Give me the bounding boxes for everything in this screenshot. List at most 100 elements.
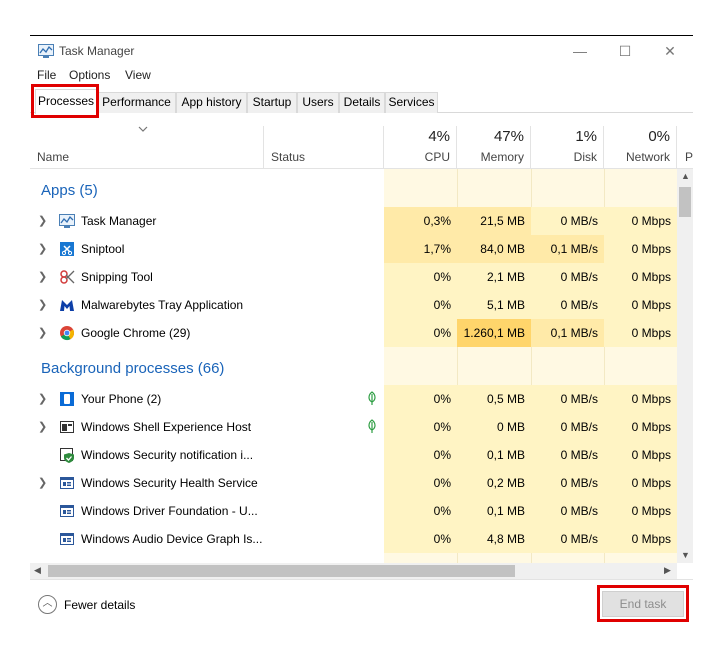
cpu-cell: 0,3% <box>384 207 457 235</box>
memory-cell: 84,0 MB <box>457 235 531 263</box>
expand-chevron-icon[interactable]: ❯ <box>38 214 47 227</box>
tab-startup[interactable]: Startup <box>247 92 297 113</box>
scroll-up-arrow-icon[interactable]: ▲ <box>681 171 690 181</box>
process-name: Windows Security notification i... <box>81 448 254 462</box>
disk-cell: 0 MB/s <box>531 385 604 413</box>
cpu-cell: 1,7% <box>384 235 457 263</box>
status-column-header[interactable]: Status <box>264 126 384 168</box>
horizontal-scroll-thumb[interactable] <box>48 565 515 577</box>
tab-app-history[interactable]: App history <box>176 92 247 113</box>
cpu-cell: 0% <box>384 319 457 347</box>
close-button[interactable]: ✕ <box>650 39 690 63</box>
menu-file[interactable]: File <box>37 68 56 82</box>
memory-cell: 0 MB <box>457 413 531 441</box>
cpu-cell: 0% <box>384 441 457 469</box>
leaf-suspended-icon <box>368 391 376 405</box>
minimize-button[interactable]: — <box>560 39 600 63</box>
horizontal-scrollbar[interactable]: ◀ ▶ <box>30 563 677 579</box>
tab-details[interactable]: Details <box>339 92 385 113</box>
maximize-button[interactable]: ☐ <box>605 39 645 63</box>
service-window-icon <box>60 477 74 489</box>
disk-column-label: Disk <box>573 150 597 164</box>
scroll-left-arrow-icon[interactable]: ◀ <box>34 565 41 576</box>
table-row[interactable]: ❯ Windows Shell Experience Host 0% 0 MB … <box>30 413 677 441</box>
task-manager-icon <box>59 214 75 228</box>
disk-cell: 0 MB/s <box>531 441 604 469</box>
table-row[interactable]: Windows Audio Device Graph Is... 0% 4,8 … <box>30 525 677 553</box>
disk-cell: 0,1 MB/s <box>531 235 604 263</box>
cpu-cell: 0% <box>384 413 457 441</box>
table-row[interactable]: Windows Security notification i... 0% 0,… <box>30 441 677 469</box>
memory-cell: 21,5 MB <box>457 207 531 235</box>
power-column-header[interactable]: P <box>677 126 693 168</box>
group-background-heading: Background processes (66) <box>41 360 225 377</box>
menu-view[interactable]: View <box>125 68 151 82</box>
shell-host-icon <box>60 421 74 433</box>
table-row[interactable]: ❯ Your Phone (2) 0% 0,5 MB 0 MB/s 0 Mbps <box>30 385 677 413</box>
network-cell: 0 Mbps <box>604 319 677 347</box>
expand-chevron-icon[interactable]: ❯ <box>38 298 47 311</box>
table-row[interactable]: ❯ Windows Security Health Service 0% 0,2… <box>30 469 677 497</box>
network-cell: 0 Mbps <box>604 385 677 413</box>
network-total-percent: 0% <box>648 128 670 145</box>
expand-chevron-icon[interactable]: ❯ <box>38 392 47 405</box>
expand-chevron-icon[interactable]: ❯ <box>38 326 47 339</box>
memory-cell: 0,2 MB <box>457 469 531 497</box>
network-cell: 0 Mbps <box>604 413 677 441</box>
vertical-scroll-thumb[interactable] <box>679 187 691 217</box>
network-column-label: Network <box>625 150 670 164</box>
disk-cell: 0 MB/s <box>531 291 604 319</box>
network-cell: 0 Mbps <box>604 207 677 235</box>
expand-chevron-icon[interactable]: ❯ <box>38 476 47 489</box>
tab-strip: Processes Performance App history Startu… <box>30 89 693 114</box>
scroll-right-arrow-icon[interactable]: ▶ <box>664 565 671 576</box>
table-row[interactable]: ❯ Task Manager 0,3% 21,5 MB 0 MB/s 0 Mbp… <box>30 207 677 235</box>
window-title: Task Manager <box>59 44 135 58</box>
network-cell: 0 Mbps <box>604 469 677 497</box>
tab-users[interactable]: Users <box>297 92 339 113</box>
disk-column-header[interactable]: 1% Disk <box>531 126 604 168</box>
chevron-up-circle-icon[interactable]: ︿ <box>38 595 57 614</box>
memory-cell: 0,1 MB <box>457 497 531 525</box>
table-row[interactable]: ❯ Sniptool 1,7% 84,0 MB 0,1 MB/s 0 Mbps <box>30 235 677 263</box>
network-cell: 0 Mbps <box>604 497 677 525</box>
cpu-column-header[interactable]: 4% CPU <box>384 126 457 168</box>
service-window-icon <box>60 533 74 545</box>
memory-cell: 0,1 MB <box>457 441 531 469</box>
table-row[interactable]: ❯ Snipping Tool 0% 2,1 MB 0 MB/s 0 Mbps <box>30 263 677 291</box>
disk-cell: 0 MB/s <box>531 207 604 235</box>
table-row[interactable]: ❯ Google Chrome (29) 0% 1.260,1 MB 0,1 M… <box>30 319 677 347</box>
processes-tab-highlight <box>31 84 99 118</box>
memory-cell: 1.260,1 MB <box>457 319 531 347</box>
tab-performance[interactable]: Performance <box>97 92 176 113</box>
expand-chevron-icon[interactable]: ❯ <box>38 242 47 255</box>
fewer-details-link[interactable]: Fewer details <box>64 598 135 612</box>
network-column-header[interactable]: 0% Network <box>604 126 677 168</box>
sort-chevron-icon <box>138 126 148 132</box>
malwarebytes-icon <box>60 300 74 311</box>
memory-cell: 5,1 MB <box>457 291 531 319</box>
sniptool-icon <box>60 242 74 256</box>
table-row[interactable]: Windows Driver Foundation - U... 0% 0,1 … <box>30 497 677 525</box>
memory-column-header[interactable]: 47% Memory <box>457 126 531 168</box>
end-task-highlight <box>597 585 689 622</box>
memory-total-percent: 47% <box>493 128 524 145</box>
scroll-down-arrow-icon[interactable]: ▼ <box>681 550 690 560</box>
tab-services[interactable]: Services <box>385 92 438 113</box>
name-column-header[interactable]: Name <box>30 126 264 168</box>
memory-cell: 0,5 MB <box>457 385 531 413</box>
expand-chevron-icon[interactable]: ❯ <box>38 420 47 433</box>
menu-options[interactable]: Options <box>69 68 110 82</box>
title-bar[interactable]: Task Manager — ☐ ✕ <box>30 36 693 66</box>
process-name: Windows Security Health Service <box>81 476 258 490</box>
disk-cell: 0 MB/s <box>531 413 604 441</box>
process-name: Windows Audio Device Graph Is... <box>81 532 263 546</box>
memory-column-label: Memory <box>480 150 524 164</box>
memory-cell: 4,8 MB <box>457 525 531 553</box>
table-row[interactable]: ❯ Malwarebytes Tray Application 0% 5,1 M… <box>30 291 677 319</box>
process-name: Windows Shell Experience Host <box>81 420 252 434</box>
vertical-scrollbar[interactable]: ▲ ▼ <box>677 169 693 563</box>
expand-chevron-icon[interactable]: ❯ <box>38 270 47 283</box>
process-list: Apps (5) Background processes (66) ❯ Tas… <box>30 169 677 563</box>
service-window-icon <box>60 505 74 517</box>
